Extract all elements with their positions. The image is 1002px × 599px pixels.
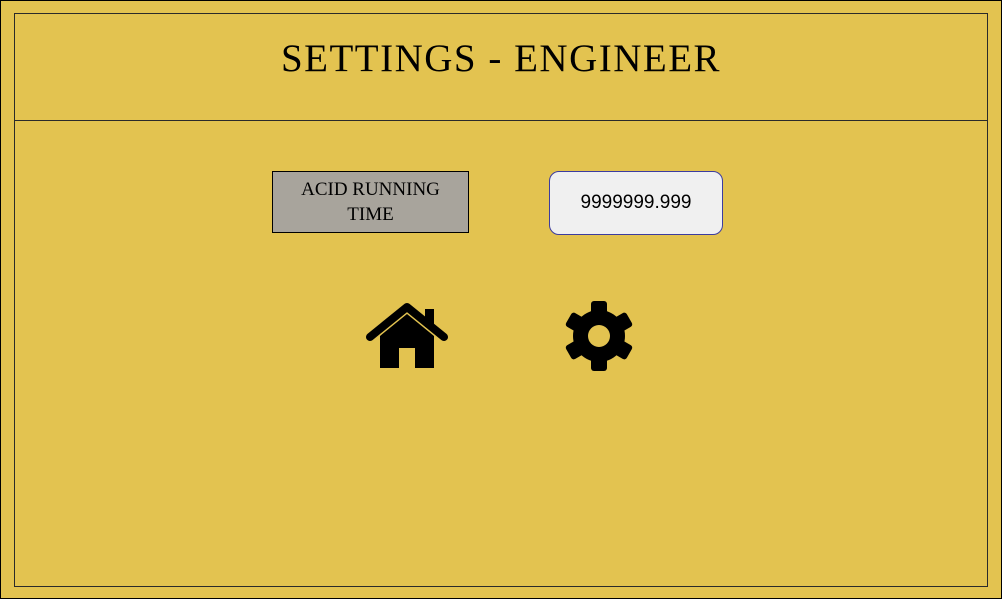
- acid-running-time-label: ACID RUNNING TIME: [272, 171, 469, 233]
- acid-running-time-value: 9999999.999: [580, 192, 692, 213]
- acid-running-time-field[interactable]: 9999999.999: [549, 171, 723, 235]
- label-line-2: TIME: [347, 204, 394, 225]
- home-icon: [366, 303, 448, 368]
- home-button[interactable]: [366, 302, 448, 370]
- label-line-1: ACID RUNNING: [301, 179, 440, 200]
- settings-button[interactable]: [558, 301, 640, 371]
- page-title: SETTINGS - ENGINEER: [280, 37, 722, 80]
- header: SETTINGS - ENGINEER: [15, 14, 987, 121]
- content-panel: SETTINGS - ENGINEER ACID RUNNING TIME 99…: [14, 13, 988, 587]
- gear-icon: [565, 301, 633, 371]
- screen-frame: SETTINGS - ENGINEER ACID RUNNING TIME 99…: [0, 0, 1002, 599]
